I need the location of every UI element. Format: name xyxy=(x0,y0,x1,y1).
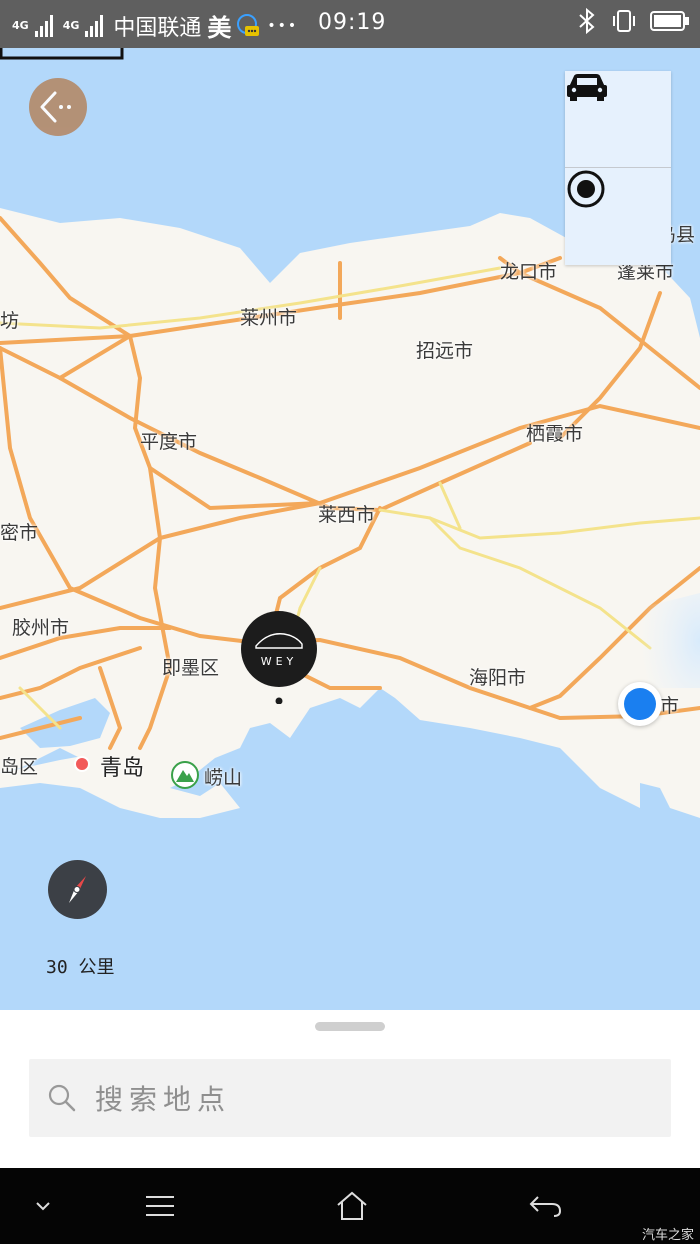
search-box[interactable] xyxy=(29,1059,671,1139)
vehicle-pin[interactable]: WEY xyxy=(240,610,318,704)
map-label-haiyang: 海阳市 xyxy=(469,667,527,689)
app-notification-glyph: 美 xyxy=(207,14,232,42)
current-location-marker xyxy=(618,682,662,726)
map-label-qingdao: 青岛 xyxy=(100,756,145,781)
more-notifications: ••• xyxy=(267,17,299,34)
scale-bar xyxy=(0,48,124,60)
qingdao-dot xyxy=(74,756,90,772)
collapse-nav-button[interactable] xyxy=(30,1186,56,1226)
map-label-qixia: 栖霞市 xyxy=(526,423,584,445)
network-type-b: 4G xyxy=(62,19,80,32)
map-label-laoshan: 崂山 xyxy=(204,767,243,789)
map-label-laizhou: 莱州市 xyxy=(240,307,298,329)
map-label-mi: 密市 xyxy=(0,522,39,544)
battery-icon xyxy=(650,11,689,31)
map-label-dao-qu: 岛区 xyxy=(0,756,39,778)
map-view[interactable]: 长岛县 龙口市 蓬莱市 坊 莱州市 招远市 平度市 栖霞市 莱西市 密市 胶州市… xyxy=(0,48,700,1010)
network-indicator: 4G xyxy=(12,20,29,31)
vehicle-button[interactable] xyxy=(565,71,671,167)
home-button[interactable] xyxy=(332,1186,372,1226)
map-label-pingdu: 平度市 xyxy=(140,431,198,453)
map-tool-panel xyxy=(565,71,671,265)
clock: 09:19 xyxy=(318,10,387,35)
compass-button[interactable] xyxy=(48,860,107,919)
signal-icon xyxy=(34,14,53,37)
compass-icon xyxy=(69,876,86,903)
menu-icon xyxy=(146,1196,174,1216)
search-icon xyxy=(48,1084,76,1112)
system-nav-bar: 汽车之家 xyxy=(0,1168,700,1244)
back-nav-button[interactable] xyxy=(525,1186,565,1226)
chevron-down-icon xyxy=(36,1202,50,1211)
map-label-fang: 坊 xyxy=(0,310,20,332)
location-heading-cone xyxy=(640,593,700,688)
bluetooth-icon xyxy=(579,8,595,34)
vibrate-icon xyxy=(613,10,635,32)
message-icon xyxy=(237,13,260,36)
network-type-a: 4G xyxy=(12,19,29,32)
signal-icon-2 xyxy=(85,14,104,37)
back-icon xyxy=(529,1196,562,1217)
status-bar: 4G 4G 中国联通 美 ••• 09:19 xyxy=(0,0,700,48)
map-label-longkou: 龙口市 xyxy=(500,261,558,283)
watermark: 汽车之家 xyxy=(641,1228,694,1243)
map-label-shi: 市 xyxy=(660,695,680,717)
car-icon xyxy=(567,74,607,101)
back-button[interactable] xyxy=(29,78,87,136)
locate-icon xyxy=(567,170,605,208)
map-label-jimo: 即墨区 xyxy=(162,657,220,679)
home-icon xyxy=(337,1191,367,1220)
mountain-icon xyxy=(171,761,199,789)
search-input[interactable] xyxy=(93,1059,657,1139)
bottom-sheet xyxy=(0,1010,700,1168)
pin-label: WEY xyxy=(261,655,298,668)
menu-button[interactable] xyxy=(140,1186,180,1226)
scale-label: 30 公里 xyxy=(46,957,115,978)
map-label-zhaoyuan: 招远市 xyxy=(416,340,474,362)
map-label-jiaozhou: 胶州市 xyxy=(12,617,70,639)
wey-logo-icon: WEY xyxy=(241,611,317,704)
sheet-drag-handle[interactable] xyxy=(315,1022,385,1031)
carrier-name: 中国联通 xyxy=(113,15,202,41)
locate-button[interactable] xyxy=(565,168,671,264)
back-arrow-icon xyxy=(40,91,71,123)
map-label-laixi: 莱西市 xyxy=(318,504,376,526)
